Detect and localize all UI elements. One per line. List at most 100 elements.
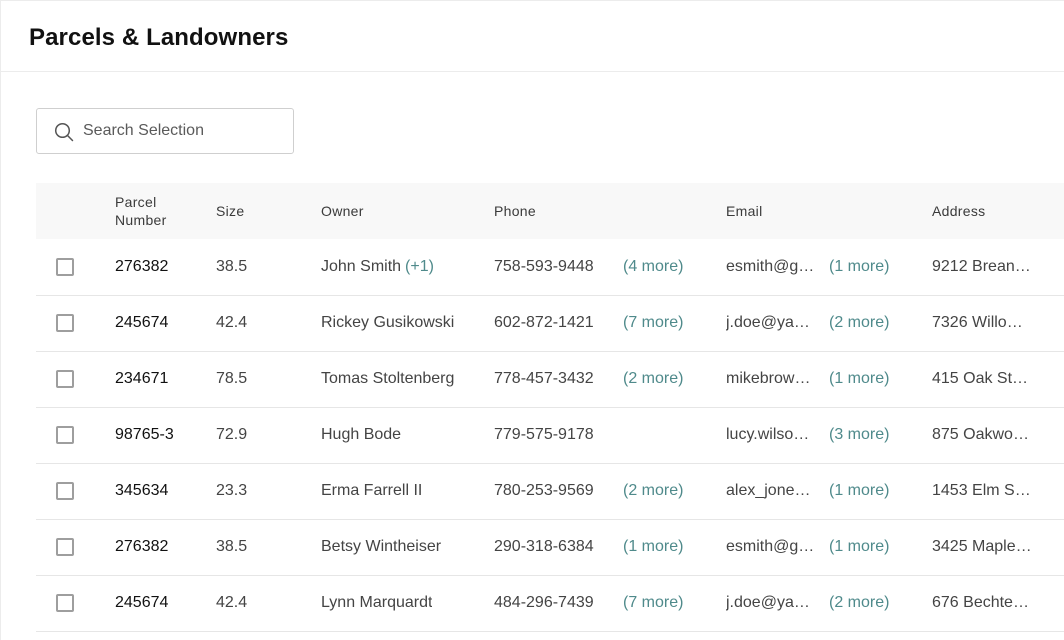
phone-more-link[interactable]: (1 more) — [623, 538, 683, 556]
address-text: 676 Bechtelar Road — [932, 593, 1032, 611]
owner-cell: Rickey Gusikowski — [321, 295, 494, 351]
search-icon — [54, 122, 74, 142]
email-more-link[interactable]: (1 more) — [829, 482, 889, 500]
email-address: esmith@gmail.com — [726, 257, 818, 275]
table-row[interactable]: 345634 23.3 Erma Farrell II 780-253-9569… — [36, 463, 1064, 519]
phone-number: 290-318-6384 — [494, 538, 594, 555]
select-column-header — [36, 183, 115, 239]
row-checkbox[interactable] — [56, 594, 74, 612]
email-more-link[interactable]: (1 more) — [829, 370, 889, 388]
phone-cell: 758-593-9448 (4 more) — [494, 239, 726, 295]
parcel-number-cell: 245674 — [115, 594, 169, 611]
parcels-table-container: Parcel Number Size Owner Phone Email Add… — [36, 183, 1064, 640]
select-cell — [36, 295, 115, 351]
address-text: 415 Oak Street — [932, 369, 1032, 387]
address-cell: 7326 Willow Lane — [932, 295, 1064, 351]
phone-cell: 779-575-9178 — [494, 407, 726, 463]
phone-cell: 290-318-6384 (1 more) — [494, 519, 726, 575]
address-text: 1453 Elm Street — [932, 481, 1032, 499]
row-checkbox[interactable] — [56, 426, 74, 444]
phone-more-link[interactable]: (7 more) — [623, 594, 683, 612]
phone-number: 758-593-9448 — [494, 257, 594, 275]
page-header: Parcels & Landowners — [1, 1, 1064, 72]
owner-name: John Smith — [321, 257, 402, 275]
column-header-parcel-line1: Parcel — [115, 194, 157, 210]
parcels-landowners-page: Parcels & Landowners Parc — [0, 0, 1064, 640]
table-row[interactable]: 245674 42.4 Lynn Marquardt 484-296-7439 … — [36, 575, 1064, 631]
column-header-owner[interactable]: Owner — [321, 183, 494, 239]
select-cell — [36, 351, 115, 407]
owner-name: Lynn Marquardt — [321, 593, 433, 611]
column-header-address[interactable]: Address — [932, 183, 1064, 239]
size-cell: 23.3 — [216, 482, 248, 499]
email-more-link[interactable]: (2 more) — [829, 314, 889, 332]
phone-cell: 602-872-1421 (7 more) — [494, 295, 726, 351]
email-more-link[interactable]: (3 more) — [829, 426, 889, 444]
email-cell: esmith@gmail.com (1 more) — [726, 519, 932, 575]
phone-more-link[interactable]: (2 more) — [623, 482, 683, 500]
phone-number: 780-253-9569 — [494, 482, 594, 499]
email-address: alex_jones@mail.com — [726, 481, 818, 499]
owner-name: Hugh Bode — [321, 425, 402, 443]
select-cell — [36, 407, 115, 463]
address-cell: 1453 Elm Street — [932, 463, 1064, 519]
owner-cell: Betsy Wintheiser — [321, 519, 494, 575]
phone-cell: 780-253-9569 (2 more) — [494, 463, 726, 519]
owner-name: Erma Farrell II — [321, 481, 423, 499]
owner-cell: Lynn Marquardt — [321, 575, 494, 631]
phone-more-link[interactable]: (7 more) — [623, 314, 683, 332]
phone-number: 778-457-3432 — [494, 370, 594, 387]
address-cell: 9212 Breanna Avenue — [932, 239, 1064, 295]
column-header-email[interactable]: Email — [726, 183, 932, 239]
column-header-size[interactable]: Size — [216, 183, 321, 239]
row-checkbox[interactable] — [56, 257, 74, 276]
row-checkbox[interactable] — [56, 314, 74, 332]
size-cell: 72.9 — [216, 426, 248, 443]
select-cell — [36, 519, 115, 575]
select-cell — [36, 463, 115, 519]
table-row[interactable]: 98765-3 72.9 Hugh Bode 779-575-9178 lucy… — [36, 407, 1064, 463]
phone-number: 484-296-7439 — [494, 594, 594, 611]
owner-cell: Erma Farrell II — [321, 463, 494, 519]
table-row[interactable]: 276382 38.5 Betsy Wintheiser 290-318-638… — [36, 519, 1064, 575]
parcel-number-cell: 345634 — [115, 482, 169, 499]
email-more-link[interactable]: (2 more) — [829, 594, 889, 612]
phone-more-link[interactable]: (4 more) — [623, 258, 683, 276]
owner-extra-link[interactable]: (+1) — [405, 258, 434, 275]
search-box[interactable] — [36, 108, 294, 154]
column-header-parcel-line2: Number — [115, 212, 167, 228]
table-row[interactable]: 234671 78.5 Tomas Stoltenberg 778-457-34… — [36, 351, 1064, 407]
owner-name: Betsy Wintheiser — [321, 537, 442, 555]
parcel-number-cell: 234671 — [115, 370, 169, 387]
phone-cell: 778-457-3432 (2 more) — [494, 351, 726, 407]
address-cell: 676 Bechtelar Road — [932, 575, 1064, 631]
email-more-link[interactable]: (1 more) — [829, 538, 889, 556]
phone-number: 602-872-1421 — [494, 314, 594, 331]
table-header-row: Parcel Number Size Owner Phone Email Add… — [36, 183, 1064, 239]
column-header-phone[interactable]: Phone — [494, 183, 726, 239]
parcel-number-cell: 276382 — [115, 257, 169, 275]
address-text: 875 Oakwood Drive — [932, 425, 1032, 443]
email-address: lucy.wilson@mail.com — [726, 425, 818, 443]
row-checkbox[interactable] — [56, 482, 74, 500]
email-cell: mikebrown@mail.com (1 more) — [726, 351, 932, 407]
email-cell: j.doe@yahoo.com (2 more) — [726, 575, 932, 631]
row-checkbox[interactable] — [56, 370, 74, 388]
table-row[interactable]: 276382 38.5 John Smith (+1) 758-593-9448 … — [36, 239, 1064, 295]
table-row[interactable]: 245674 42.4 Rickey Gusikowski 602-872-14… — [36, 295, 1064, 351]
select-cell — [36, 575, 115, 631]
search-input[interactable] — [83, 110, 283, 152]
owner-cell: Tomas Stoltenberg — [321, 351, 494, 407]
phone-more-link[interactable]: (2 more) — [623, 370, 683, 388]
email-cell: esmith@gmail.com (1 more) — [726, 239, 932, 295]
page-title: Parcels & Landowners — [29, 24, 289, 51]
email-cell: j.doe@yahoo.com (2 more) — [726, 295, 932, 351]
owner-name: Tomas Stoltenberg — [321, 369, 455, 387]
address-cell: 3425 Maple Avenue — [932, 519, 1064, 575]
column-header-parcel-number[interactable]: Parcel Number — [115, 183, 216, 239]
email-more-link[interactable]: (1 more) — [829, 258, 889, 276]
row-checkbox[interactable] — [56, 538, 74, 556]
parcel-number-cell: 276382 — [115, 538, 169, 555]
phone-number: 779-575-9178 — [494, 426, 594, 443]
email-cell: alex_jones@mail.com (1 more) — [726, 463, 932, 519]
